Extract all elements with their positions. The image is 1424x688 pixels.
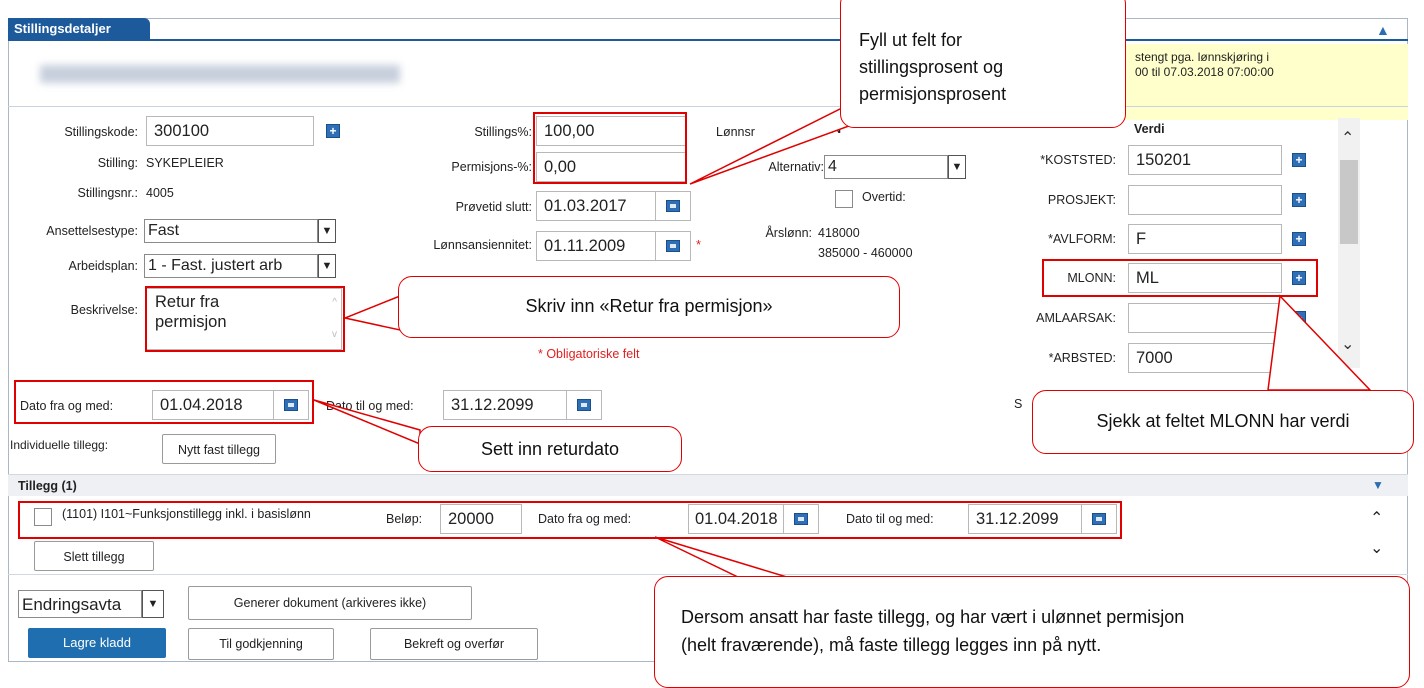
highlight-tillegg-row [18,501,1122,539]
header-divider [8,106,1408,107]
callout-fyll-ut-line-1: Fyll ut felt for [859,30,963,50]
plus-icon[interactable]: + [1292,153,1306,167]
callout-sjekk: Sjekk at feltet MLONN har verdi [1032,390,1414,454]
endring-select[interactable]: Endringsavta [18,590,142,618]
chevron-down-icon[interactable]: ▼ [948,155,966,179]
amlaarsak-label: AMLAARSAK: [1036,311,1116,325]
stray-text: S [1014,397,1023,411]
stilling-label: Stilling: [97,156,138,170]
til-godkjenning-button[interactable]: Til godkjenning [188,628,334,660]
plus-icon[interactable]: + [326,124,340,138]
provetid-input[interactable]: 01.03.2017 [536,191,656,221]
highlight-mlonn [1042,259,1318,297]
required-note: * Obligatoriske felt [538,347,640,361]
panel-tab-title[interactable]: Stillingsdetaljer [8,18,150,40]
chevron-down-icon[interactable]: ▼ [1372,478,1384,492]
koststed-input[interactable]: 150201 [1128,145,1282,175]
koststed-label: *KOSTSTED: [1040,153,1116,167]
avlform-label: *AVLFORM: [1048,232,1116,246]
stillingsnr-label: Stillingsnr.: [77,186,138,200]
employee-name-blurred [40,65,400,83]
stilling-value: SYKEPLEIER [146,156,224,170]
required-asterisk: * [696,237,702,252]
dato-til-input[interactable]: 31.12.2099 [443,390,567,420]
tillegg-section-header[interactable]: Tillegg (1) [8,474,1408,496]
calendar-icon [666,200,680,212]
overtid-label: Overtid: [862,190,906,204]
callout-skriv-inn: Skriv inn «Retur fra permisjon» [398,276,900,338]
lonnsr-label: Lønnsr [716,125,755,139]
calendar-button[interactable] [655,231,691,261]
prosjekt-label: PROSJEKT: [1047,193,1116,207]
beskrivelse-label: Beskrivelse: [70,303,138,317]
highlight-dato-fra [14,380,314,424]
callout-fyll-ut-line-2: stillingsprosent og [859,57,1004,77]
notice-line-2: 00 til 07.03.2018 07:00:00 [1135,65,1274,79]
overtid-checkbox[interactable] [835,190,853,208]
individuelle-label: Individuelle tillegg: [10,438,109,452]
generer-dokument-button[interactable]: Generer dokument (arkiveres ikke) [188,586,472,620]
plus-icon[interactable]: + [1292,193,1306,207]
chevron-down-icon[interactable]: ▼ [142,590,164,618]
tab-underline [8,39,1408,41]
chevron-down-icon[interactable]: ⌄ [1370,538,1383,558]
chevron-down-icon[interactable]: ▼ [318,219,336,243]
permisjons-pct-label: Permisjons-%: [451,160,532,174]
calendar-icon [666,240,680,252]
provetid-label: Prøvetid slutt: [455,200,532,214]
callout-fyll-ut-line-3: permisjonsprosent [859,84,1007,104]
verdi-header: Verdi [1134,122,1165,136]
arbeidsplan-label: Arbeidsplan: [68,259,139,273]
prosjekt-input[interactable] [1128,185,1282,215]
alternativ-select[interactable]: 4 [824,155,948,179]
amlaarsak-input[interactable] [1128,303,1282,333]
dato-til-label: Dato til og med: [326,399,414,413]
stillingsnr-value: 4005 [146,186,174,200]
avlform-input[interactable]: F [1128,224,1282,254]
chevron-up-icon[interactable]: ⌃ [1341,128,1354,148]
highlight-beskrivelse [145,286,345,352]
arslonn-label: Årslønn: [765,226,812,240]
stillingskode-label: Stillingskode: [64,125,138,139]
callout-fyll-ut: Fyll ut felt for stillingsprosent og per… [840,0,1126,128]
arbeidsplan-select[interactable]: 1 - Fast. justert arb [144,254,318,278]
calendar-button[interactable] [655,191,691,221]
callout-sett-inn: Sett inn returdato [418,426,682,472]
chevron-up-icon[interactable]: ⌃ [1370,508,1383,528]
alternativ-label: Alternativ: [768,160,824,174]
lagre-kladd-button[interactable]: Lagre kladd [28,628,166,658]
lock-notice: stengt pga. lønnskjøring i 00 til 07.03.… [1120,44,1408,120]
bekreft-overfor-button[interactable]: Bekreft og overfør [370,628,538,660]
callout-dersom-line-2: (helt fraværende), må faste tillegg legg… [681,635,1102,655]
callout-dersom: Dersom ansatt har faste tillegg, og har … [654,576,1410,688]
ansettelsestype-select[interactable]: Fast [144,219,318,243]
chevron-down-icon[interactable]: ▼ [318,254,336,278]
scrollbar-thumb[interactable] [1340,160,1358,244]
stillings-pct-label: Stillings%: [474,125,532,139]
arbsted-input[interactable]: 7000 [1128,343,1282,373]
lonnsansiennitet-input[interactable]: 01.11.2009 [536,231,656,261]
highlight-stillingsprosent [533,112,687,184]
notice-line-1: stengt pga. lønnskjøring i [1135,50,1270,64]
lonn-range: 385000 - 460000 [818,246,913,260]
chevron-down-icon[interactable]: ⌄ [1341,334,1354,354]
calendar-icon [577,399,591,411]
lonnsansiennitet-label: Lønnsansiennitet: [433,238,532,252]
arslonn-value: 418000 [818,226,860,240]
callout-dersom-line-1: Dersom ansatt har faste tillegg, og har … [681,607,1185,627]
lonnsr-value: N [830,120,842,137]
ansettelsestype-label: Ansettelsestype: [46,224,138,238]
slett-tillegg-button[interactable]: Slett tillegg [34,541,154,571]
chevron-up-icon[interactable]: ▲ [1376,22,1390,38]
calendar-button[interactable] [566,390,602,420]
section-divider [8,574,1408,575]
plus-icon[interactable]: + [1292,232,1306,246]
nytt-tillegg-button[interactable]: Nytt fast tillegg [162,434,276,464]
arbsted-label: *ARBSTED: [1048,351,1116,365]
stillingskode-input[interactable]: 300100 [146,116,314,146]
plus-icon[interactable]: + [1292,311,1306,325]
